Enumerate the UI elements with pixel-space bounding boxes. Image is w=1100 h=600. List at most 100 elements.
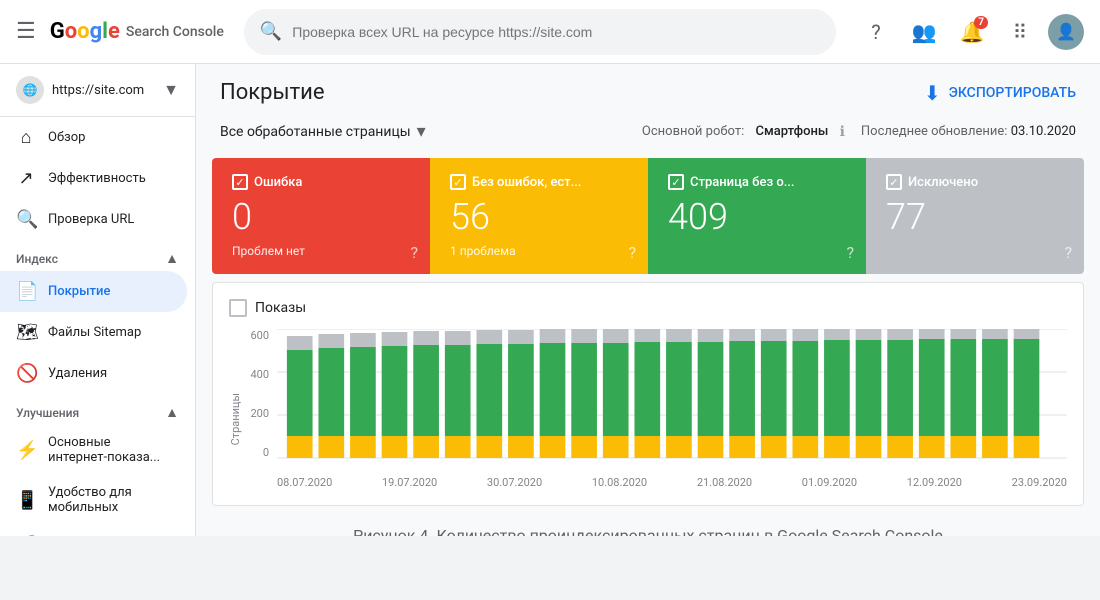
avatar[interactable]: 👤	[1048, 14, 1084, 50]
caption: Рисунок 4. Количество проиндексированных…	[196, 514, 1100, 536]
removals-label: Удаления	[48, 366, 107, 381]
sidebar-item-removals[interactable]: 🚫 Удаления	[0, 353, 187, 394]
page-title: Покрытие	[220, 80, 325, 105]
apps-button[interactable]: ⠿	[1000, 12, 1040, 52]
help-button[interactable]: ?	[856, 12, 896, 52]
excluded-label: Исключено	[908, 175, 978, 190]
stat-card-excluded-header: ✓ Исключено	[886, 174, 1064, 190]
robot-name: Смартфоны	[755, 124, 828, 139]
url-inspection-label: Проверка URL	[48, 212, 134, 227]
valid-label: Страница без о...	[690, 175, 795, 190]
stat-card-valid-header: ✓ Страница без о...	[668, 174, 846, 190]
sidebar-item-url-inspection[interactable]: 🔍 Проверка URL	[0, 199, 187, 240]
chart-plot	[277, 329, 1067, 459]
improvements-collapse-icon: ▲	[165, 404, 179, 421]
update-date: 03.10.2020	[1011, 124, 1076, 139]
excluded-number: 77	[886, 198, 1064, 238]
x-label-3: 10.08.2020	[592, 476, 647, 489]
export-label: ЭКСПОРТИРОВАТЬ	[949, 85, 1076, 101]
update-label: Последнее обновление:	[861, 124, 1008, 139]
sidebar-item-web-vitals[interactable]: ⚡ Основные интернет-показа...	[0, 425, 187, 475]
chart-area: 600 400 200 0	[229, 329, 1067, 489]
sidebar-item-coverage[interactable]: 📄 Покрытие	[0, 271, 187, 312]
legend-checkbox[interactable]	[229, 299, 247, 317]
sidebar-item-sitemaps[interactable]: 🗺 Файлы Sitemap	[0, 312, 187, 353]
overview-icon: ⌂	[16, 127, 36, 148]
layout: 🌐 https://site.com ▼ ⌂ Обзор ↗ Эффективн…	[0, 64, 1100, 536]
stat-card-warning[interactable]: ✓ Без ошибок, ест... 56 1 проблема ?	[430, 158, 648, 274]
coverage-icon: 📄	[16, 281, 36, 302]
people-button[interactable]: 👥	[904, 12, 944, 52]
stat-card-warning-header: ✓ Без ошибок, ест...	[450, 174, 628, 190]
valid-checkbox: ✓	[668, 174, 684, 190]
main-content: Покрытие ⬇ ЭКСПОРТИРОВАТЬ Все обработанн…	[196, 64, 1100, 536]
y-label-0: 0	[229, 446, 269, 459]
chart-container: Показы 600 400 200 0	[212, 282, 1084, 506]
search-bar[interactable]: 🔍	[244, 9, 836, 55]
sidebar-item-breadcrumbs[interactable]: 🔗 Строки навигации	[0, 525, 187, 536]
x-label-7: 23.09.2020	[1012, 476, 1067, 489]
update-info: Последнее обновление: 03.10.2020	[861, 124, 1076, 139]
export-icon: ⬇	[924, 81, 941, 105]
warning-checkbox: ✓	[450, 174, 466, 190]
mobile-icon: 📱	[16, 490, 36, 511]
web-vitals-label: Основные интернет-показа...	[48, 435, 171, 465]
hamburger-icon[interactable]: ☰	[16, 19, 36, 44]
stat-card-excluded[interactable]: ✓ Исключено 77 ?	[866, 158, 1084, 274]
sitemaps-label: Файлы Sitemap	[48, 325, 141, 340]
robot-info-icon[interactable]: ℹ	[840, 124, 845, 140]
warning-label: Без ошибок, ест...	[472, 175, 582, 190]
export-button[interactable]: ⬇ ЭКСПОРТИРОВАТЬ	[924, 81, 1076, 105]
error-label: Ошибка	[254, 175, 302, 190]
sidebar-item-overview[interactable]: ⌂ Обзор	[0, 117, 187, 158]
sidebar-item-mobile[interactable]: 📱 Удобство для мобильных	[0, 475, 187, 525]
header-icons: ? 👥 🔔 7 ⠿ 👤	[856, 12, 1084, 52]
logo-area: Google Search Console	[50, 19, 224, 44]
search-input[interactable]	[292, 24, 820, 40]
x-label-1: 19.07.2020	[382, 476, 437, 489]
performance-label: Эффективность	[48, 171, 146, 186]
filter-arrow-icon: ▾	[417, 121, 426, 142]
filter-label: Все обработанные страницы	[220, 124, 411, 140]
app-title: Search Console	[126, 24, 224, 40]
excluded-checkbox: ✓	[886, 174, 902, 190]
robot-info: Основной робот: Смартфоны ℹ	[642, 124, 845, 140]
people-icon: 👥	[912, 20, 937, 44]
notifications-button[interactable]: 🔔 7	[952, 12, 992, 52]
sidebar-item-performance[interactable]: ↗ Эффективность	[0, 158, 187, 199]
error-checkbox: ✓	[232, 174, 248, 190]
site-selector[interactable]: 🌐 https://site.com ▼	[0, 64, 195, 117]
sitemaps-icon: 🗺	[16, 322, 36, 343]
performance-icon: ↗	[16, 168, 36, 189]
site-url: https://site.com	[52, 83, 155, 98]
index-section-header[interactable]: Индекс ▲	[0, 240, 195, 271]
chart-x-labels: 08.07.2020 19.07.2020 30.07.2020 10.08.2…	[277, 461, 1067, 489]
stat-card-valid[interactable]: ✓ Страница без о... 409 ?	[648, 158, 866, 274]
valid-number: 409	[668, 198, 846, 238]
y-label-400: 400	[229, 368, 269, 381]
stats-cards: ✓ Ошибка 0 Проблем нет ? ✓ Без ошибок, е…	[212, 158, 1084, 274]
sidebar: 🌐 https://site.com ▼ ⌂ Обзор ↗ Эффективн…	[0, 64, 196, 536]
stat-card-error-header: ✓ Ошибка	[232, 174, 410, 190]
error-help-icon[interactable]: ?	[410, 243, 418, 262]
help-icon: ?	[871, 20, 880, 44]
warning-help-icon[interactable]: ?	[628, 243, 636, 262]
web-vitals-icon: ⚡	[16, 440, 36, 461]
removals-icon: 🚫	[16, 363, 36, 384]
improvements-section-header[interactable]: Улучшения ▲	[0, 394, 195, 425]
coverage-label: Покрытие	[48, 284, 110, 299]
index-collapse-icon: ▲	[165, 250, 179, 267]
stat-card-error[interactable]: ✓ Ошибка 0 Проблем нет ?	[212, 158, 430, 274]
site-avatar: 🌐	[16, 76, 44, 104]
index-section-label: Индекс	[16, 252, 58, 266]
chart-legend: Показы	[229, 299, 1067, 317]
valid-help-icon[interactable]: ?	[846, 243, 854, 262]
warning-sublabel: 1 проблема	[450, 244, 628, 258]
chevron-down-icon: ▼	[163, 80, 179, 100]
x-label-6: 12.09.2020	[907, 476, 962, 489]
mobile-label: Удобство для мобильных	[48, 485, 171, 515]
excluded-help-icon[interactable]: ?	[1064, 243, 1072, 262]
error-sublabel: Проблем нет	[232, 244, 410, 258]
search-icon: 🔍	[260, 21, 282, 42]
filter-dropdown[interactable]: Все обработанные страницы ▾	[220, 121, 426, 142]
